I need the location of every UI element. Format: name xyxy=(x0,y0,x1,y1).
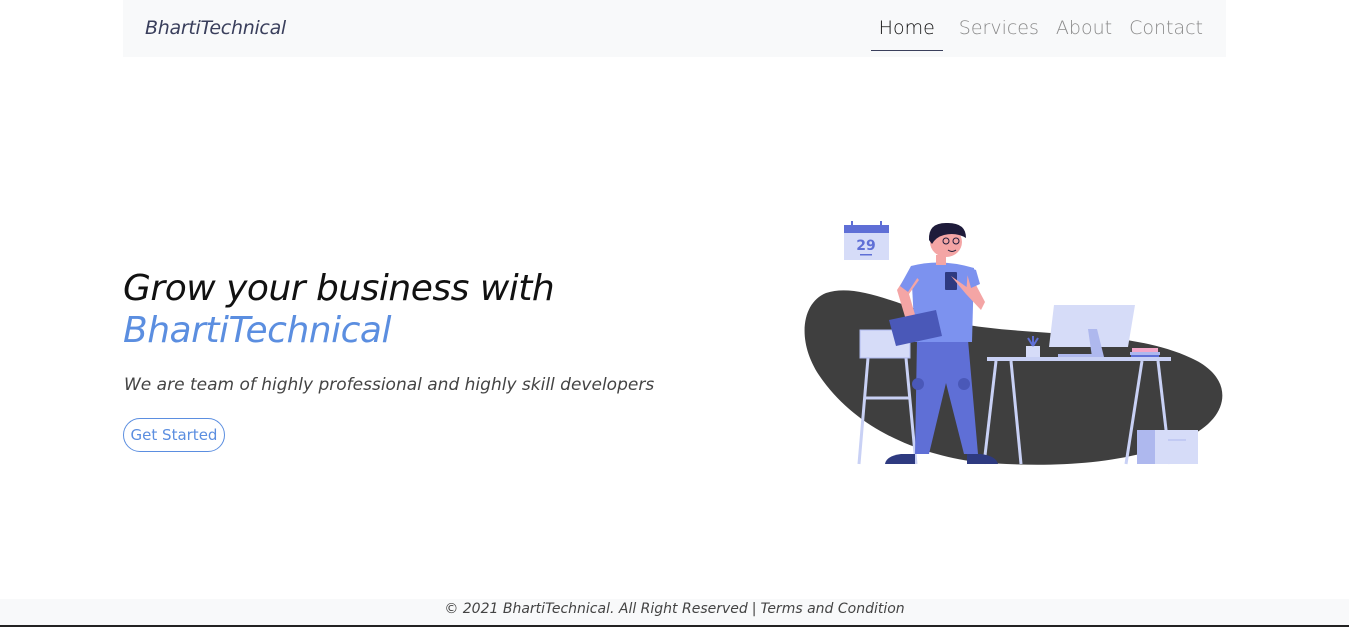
get-started-button[interactable]: Get Started xyxy=(123,418,225,452)
calendar-icon: 29 xyxy=(844,221,889,260)
hero-title: Grow your business with BhartiTechnical xyxy=(123,268,555,352)
footer-copyright: © 2021 BhartiTechnical. All Right Reserv… xyxy=(444,601,748,617)
office-worker-illustration: 29 xyxy=(804,221,1223,465)
footer-separator: | xyxy=(751,601,757,617)
hero-title-line1: Grow your business with xyxy=(123,268,555,309)
navbar: BhartiTechnical Home Services About Cont… xyxy=(123,0,1226,57)
hero-title-brand: BhartiTechnical xyxy=(123,310,391,351)
navbar-brand[interactable]: BhartiTechnical xyxy=(145,17,286,39)
nav-link-contact[interactable]: Contact xyxy=(1128,0,1204,57)
terms-link[interactable]: Terms and Condition xyxy=(761,601,905,617)
calendar-day: 29 xyxy=(856,238,875,254)
nav-link-services[interactable]: Services xyxy=(958,0,1040,57)
nav-links: Home Services About Contact xyxy=(856,0,1204,57)
footer: © 2021 BhartiTechnical. All Right Reserv… xyxy=(0,599,1349,627)
nav-link-home[interactable]: Home xyxy=(870,0,943,57)
hero-subtitle: We are team of highly professional and h… xyxy=(124,375,655,395)
nav-link-about[interactable]: About xyxy=(1055,0,1113,57)
